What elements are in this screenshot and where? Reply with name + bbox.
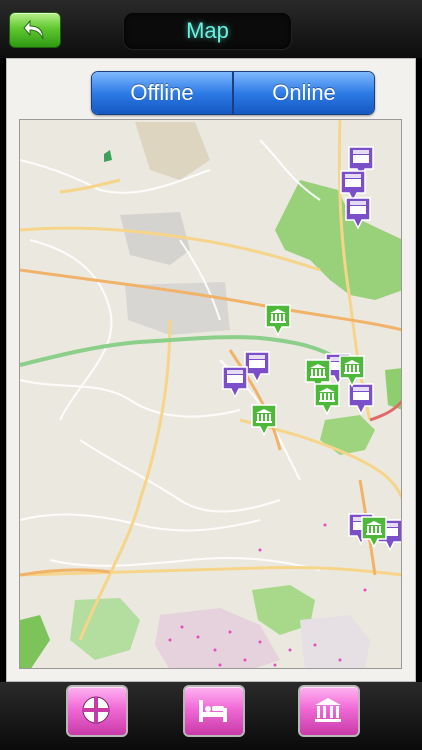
- attraction-marker[interactable]: [264, 303, 292, 337]
- map-view[interactable]: [19, 119, 402, 669]
- offline-tab[interactable]: Offline: [92, 72, 232, 114]
- hotels-button[interactable]: [183, 685, 245, 737]
- hotel-icon: [345, 197, 371, 230]
- museum-icon: [361, 516, 387, 549]
- top-bar: Map: [0, 0, 422, 58]
- museum-icon: [251, 404, 277, 437]
- museum-icon: [265, 304, 291, 337]
- back-button[interactable]: [9, 12, 61, 48]
- map-view-button[interactable]: [66, 685, 128, 737]
- attraction-marker[interactable]: [250, 403, 278, 437]
- back-arrow-icon: [23, 19, 44, 40]
- page-title: Map: [123, 12, 292, 50]
- hotel-marker[interactable]: [221, 365, 249, 399]
- museum-icon: [339, 355, 365, 388]
- attractions-button[interactable]: [298, 685, 360, 737]
- attraction-marker[interactable]: [338, 354, 366, 388]
- attraction-marker[interactable]: [313, 382, 341, 416]
- museum-icon: [314, 383, 340, 416]
- bed-icon: [199, 700, 227, 722]
- crosshair-icon: [82, 696, 110, 724]
- hotel-marker[interactable]: [344, 196, 372, 230]
- hotel-icon: [222, 366, 248, 399]
- online-tab[interactable]: Online: [232, 72, 374, 114]
- map-mode-segmented-control: Offline Online: [91, 71, 375, 115]
- attraction-marker[interactable]: [360, 515, 388, 549]
- museum-icon: [315, 698, 341, 722]
